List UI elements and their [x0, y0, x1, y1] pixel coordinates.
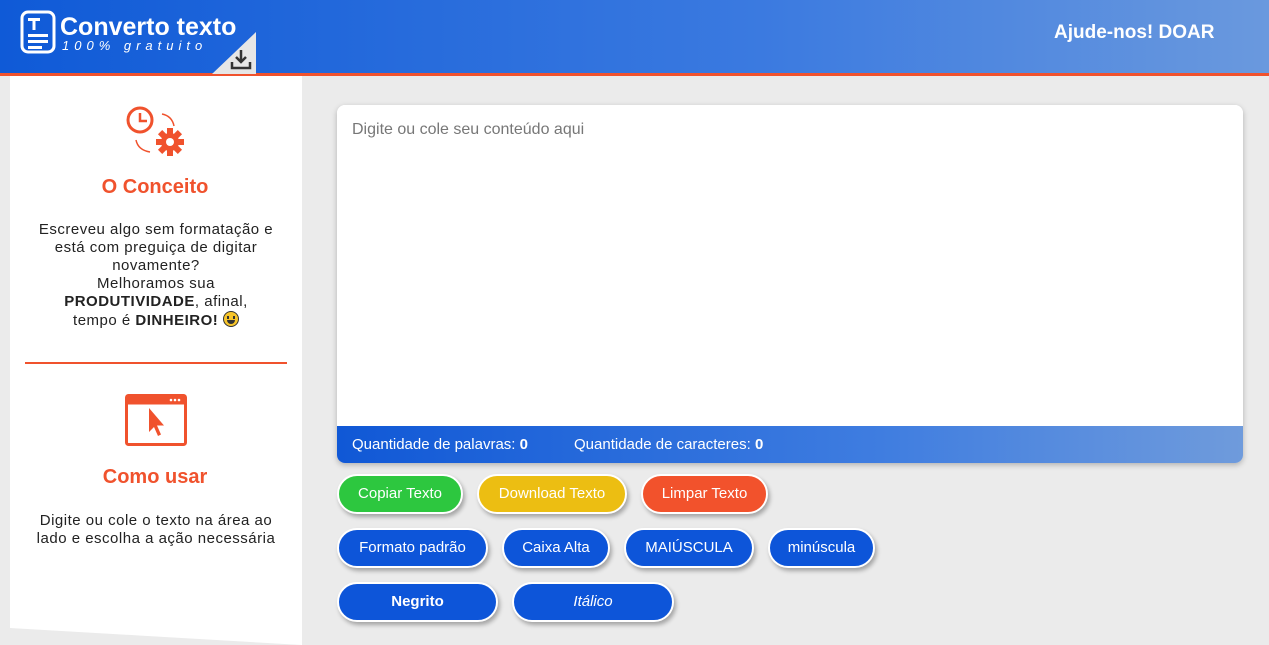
- word-count-value: 0: [519, 436, 528, 453]
- char-count: Quantidade de caracteres: 0: [574, 436, 763, 453]
- char-count-value: 0: [754, 436, 764, 453]
- concept-line-3: , afinal,: [194, 293, 248, 310]
- concept-line-1: Escreveu algo sem formatação e está com …: [38, 221, 274, 274]
- word-count-label: Quantidade de palavras:: [352, 436, 516, 453]
- bold-button[interactable]: Negrito: [337, 582, 498, 622]
- counter-bar: Quantidade de palavras: 0 Quantidade de …: [337, 426, 1243, 463]
- title-case-button[interactable]: Caixa Alta: [502, 528, 610, 568]
- concept-bold-productivity: PRODUTIVIDADE: [64, 293, 195, 310]
- document-logo-icon[interactable]: [20, 10, 56, 54]
- donate-link[interactable]: Ajude-nos! DOAR: [1054, 22, 1214, 44]
- logo-subtitle: 100% gratuito: [62, 38, 208, 53]
- clock-gear-icon: [126, 106, 184, 156]
- sidebar-background: [10, 76, 302, 645]
- uppercase-button[interactable]: MAIÚSCULA: [624, 528, 754, 568]
- concept-text: Escreveu algo sem formatação e está com …: [28, 221, 284, 330]
- copy-text-button[interactable]: Copiar Texto: [337, 474, 463, 514]
- browser-cursor-icon: [125, 394, 187, 446]
- download-text-button[interactable]: Download Texto: [477, 474, 627, 514]
- concept-bold-money: DINHEIRO!: [135, 312, 219, 329]
- site-header: Converto texto 100% gratuito Ajude-nos! …: [0, 0, 1269, 76]
- text-input[interactable]: [337, 105, 1243, 426]
- concept-line-2: Melhoramos sua: [97, 275, 215, 292]
- word-count: Quantidade de palavras: 0: [352, 436, 528, 453]
- text-editor: Quantidade de palavras: 0 Quantidade de …: [337, 105, 1243, 463]
- download-app-icon[interactable]: [212, 32, 256, 74]
- usage-text: Digite ou cole o texto na área ao lado e…: [36, 512, 276, 547]
- lowercase-button[interactable]: minúscula: [768, 528, 875, 568]
- sidebar: O Conceito Escreveu algo sem formatação …: [0, 76, 302, 645]
- italic-button[interactable]: Itálico: [512, 582, 674, 622]
- concept-line-4: tempo é: [73, 312, 131, 329]
- sidebar-divider: [25, 362, 287, 364]
- usage-title: Como usar: [102, 466, 208, 488]
- grinning-face-icon: [222, 311, 239, 327]
- clear-text-button[interactable]: Limpar Texto: [641, 474, 768, 514]
- default-format-button[interactable]: Formato padrão: [337, 528, 488, 568]
- char-count-label: Quantidade de caracteres:: [574, 436, 751, 453]
- concept-title: O Conceito: [101, 176, 209, 198]
